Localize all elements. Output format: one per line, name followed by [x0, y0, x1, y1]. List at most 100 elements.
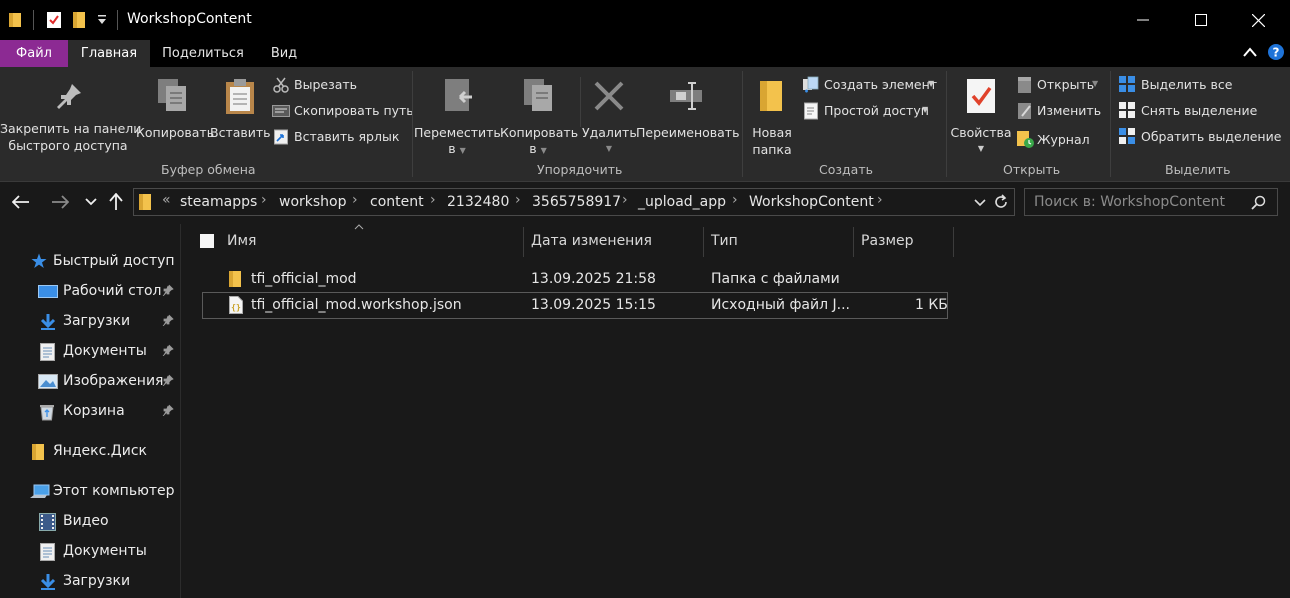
paste-shortcut-icon [274, 128, 288, 145]
back-button[interactable] [12, 195, 30, 209]
refresh-icon[interactable] [993, 194, 1009, 210]
column-separator[interactable] [523, 227, 524, 257]
delete-x-icon [594, 81, 624, 111]
pin-label-1: Закрепить на панели [0, 121, 142, 136]
breadcrumb-steamapps[interactable]: steamapps [180, 194, 257, 210]
up-button[interactable] [108, 193, 124, 211]
rename-button[interactable]: Переименовать [636, 71, 739, 159]
breadcrumb-upload-app[interactable]: _upload_app [638, 194, 726, 210]
column-header-date[interactable]: Дата изменения [531, 224, 652, 258]
copy-to-button[interactable]: Копировать в ▼ [500, 71, 578, 159]
open-label: Открыть [1037, 77, 1095, 92]
nav-pc-documents[interactable]: Документы [0, 537, 181, 565]
breadcrumb-workshopcontent[interactable]: WorkshopContent [749, 194, 874, 210]
folder-icon [228, 270, 242, 288]
breadcrumb-2132480[interactable]: 2132480 [447, 194, 509, 210]
title-separator [33, 10, 34, 30]
paste-button[interactable]: Вставить [210, 71, 271, 159]
copy-path-icon [272, 105, 290, 117]
nav-pc-downloads[interactable]: Загрузки [0, 567, 181, 595]
help-icon[interactable]: ? [1267, 43, 1285, 61]
nav-this-pc[interactable]: Этот компьютер [0, 477, 181, 505]
chevron-right-icon[interactable]: › [261, 192, 267, 208]
edit-button[interactable]: Изменить [1014, 101, 1106, 121]
nav-yandex-disk[interactable]: Яндекс.Диск [0, 437, 181, 465]
forward-button[interactable] [51, 195, 69, 209]
chevron-right-icon[interactable]: › [877, 192, 883, 208]
history-button[interactable]: Журнал [1014, 129, 1106, 149]
open-button[interactable]: Открыть ▼ [1014, 75, 1106, 95]
chevron-right-icon[interactable]: › [430, 192, 436, 208]
select-all-button[interactable]: Выделить все [1116, 75, 1276, 95]
properties-quick-icon[interactable] [46, 11, 62, 29]
new-folder-quick-icon[interactable] [72, 11, 86, 29]
maximize-button[interactable] [1172, 0, 1230, 40]
pin-to-quick-access-button[interactable]: Закрепить на панели быстрого доступа [0, 71, 142, 159]
dropdown-arrow-icon: ▼ [928, 79, 935, 88]
search-box[interactable]: Поиск в: WorkshopContent [1024, 188, 1278, 216]
cut-button[interactable]: Вырезать [270, 75, 410, 95]
chevron-right-icon[interactable]: › [515, 192, 521, 208]
tab-view[interactable]: Вид [258, 40, 310, 67]
history-label: Журнал [1037, 132, 1090, 147]
tab-file[interactable]: Файл [0, 40, 68, 67]
nav-quick-access[interactable]: Быстрый доступ [0, 247, 181, 275]
pin-icon [54, 81, 84, 111]
nav-downloads[interactable]: Загрузки [0, 307, 181, 335]
copy-label: Копировать [136, 125, 215, 140]
ribbon-tabs: Файл Главная Поделиться Вид ? [0, 40, 1290, 67]
file-type: Исходный файл J... [711, 297, 850, 313]
nav-documents[interactable]: Документы [0, 337, 181, 365]
nav-recycle-bin[interactable]: Корзина [0, 397, 181, 425]
column-separator[interactable] [953, 227, 954, 257]
select-all-label: Выделить все [1141, 77, 1233, 92]
properties-button[interactable]: Свойства ▼ [950, 71, 1012, 159]
window-title: WorkshopContent [127, 11, 252, 27]
paste-shortcut-button[interactable]: Вставить ярлык [270, 127, 410, 147]
tab-home[interactable]: Главная [68, 40, 150, 67]
select-all-checkbox[interactable] [200, 234, 214, 248]
chevron-right-icon[interactable]: › [732, 192, 738, 208]
move-to-button[interactable]: Переместить в ▼ [414, 71, 501, 159]
download-arrow-icon [39, 573, 57, 591]
nav-label: Видео [63, 513, 109, 529]
breadcrumb-content[interactable]: content [370, 194, 424, 210]
breadcrumb-overflow[interactable]: « [162, 192, 171, 208]
minimize-button[interactable] [1114, 0, 1172, 40]
select-none-button[interactable]: Снять выделение [1116, 101, 1276, 121]
recent-locations-button[interactable] [85, 198, 97, 206]
new-item-button[interactable]: Создать элемент ▼ [800, 75, 942, 95]
address-bar[interactable]: « steamapps › workshop › content › 21324… [133, 188, 1015, 216]
chevron-right-icon[interactable]: › [352, 192, 358, 208]
easy-access-button[interactable]: Простой доступ ▼ [800, 101, 942, 121]
copy-path-button[interactable]: Скопировать путь [270, 101, 414, 121]
nav-videos[interactable]: Видео [0, 507, 181, 535]
collapse-ribbon-icon[interactable] [1242, 46, 1258, 58]
address-history-chevron-icon[interactable] [974, 199, 986, 207]
breadcrumb-workshop[interactable]: workshop [279, 194, 347, 210]
nav-pictures[interactable]: Изображения [0, 367, 181, 395]
breadcrumb-3565758917[interactable]: 3565758917 [532, 194, 621, 210]
nav-label: Корзина [63, 403, 125, 419]
chevron-right-icon[interactable]: › [622, 192, 628, 208]
document-icon [40, 543, 55, 561]
column-separator[interactable] [703, 227, 704, 257]
invert-selection-button[interactable]: Обратить выделение [1116, 127, 1281, 147]
close-button[interactable] [1229, 0, 1287, 40]
delete-button[interactable]: Удалить ▼ [582, 71, 637, 159]
select-all-icon [1119, 76, 1136, 93]
column-header-type[interactable]: Тип [711, 224, 738, 258]
customize-quick-access-icon[interactable] [97, 14, 107, 26]
column-separator[interactable] [853, 227, 854, 257]
column-header-size[interactable]: Размер [861, 224, 914, 258]
new-folder-button[interactable]: Новая папка [746, 71, 798, 159]
group-separator [946, 71, 947, 177]
search-icon[interactable] [1251, 195, 1266, 210]
tab-share[interactable]: Поделиться [152, 40, 254, 67]
column-header-name[interactable]: Имя [227, 224, 256, 258]
file-row[interactable]: {} tfi_official_mod.workshop.json 13.09.… [202, 292, 948, 319]
file-row[interactable]: tfi_official_mod 13.09.2025 21:58 Папка … [202, 266, 948, 293]
copy-button[interactable]: Копировать [136, 71, 215, 159]
search-placeholder[interactable]: Поиск в: WorkshopContent [1034, 194, 1225, 210]
nav-desktop[interactable]: Рабочий стол [0, 277, 181, 305]
